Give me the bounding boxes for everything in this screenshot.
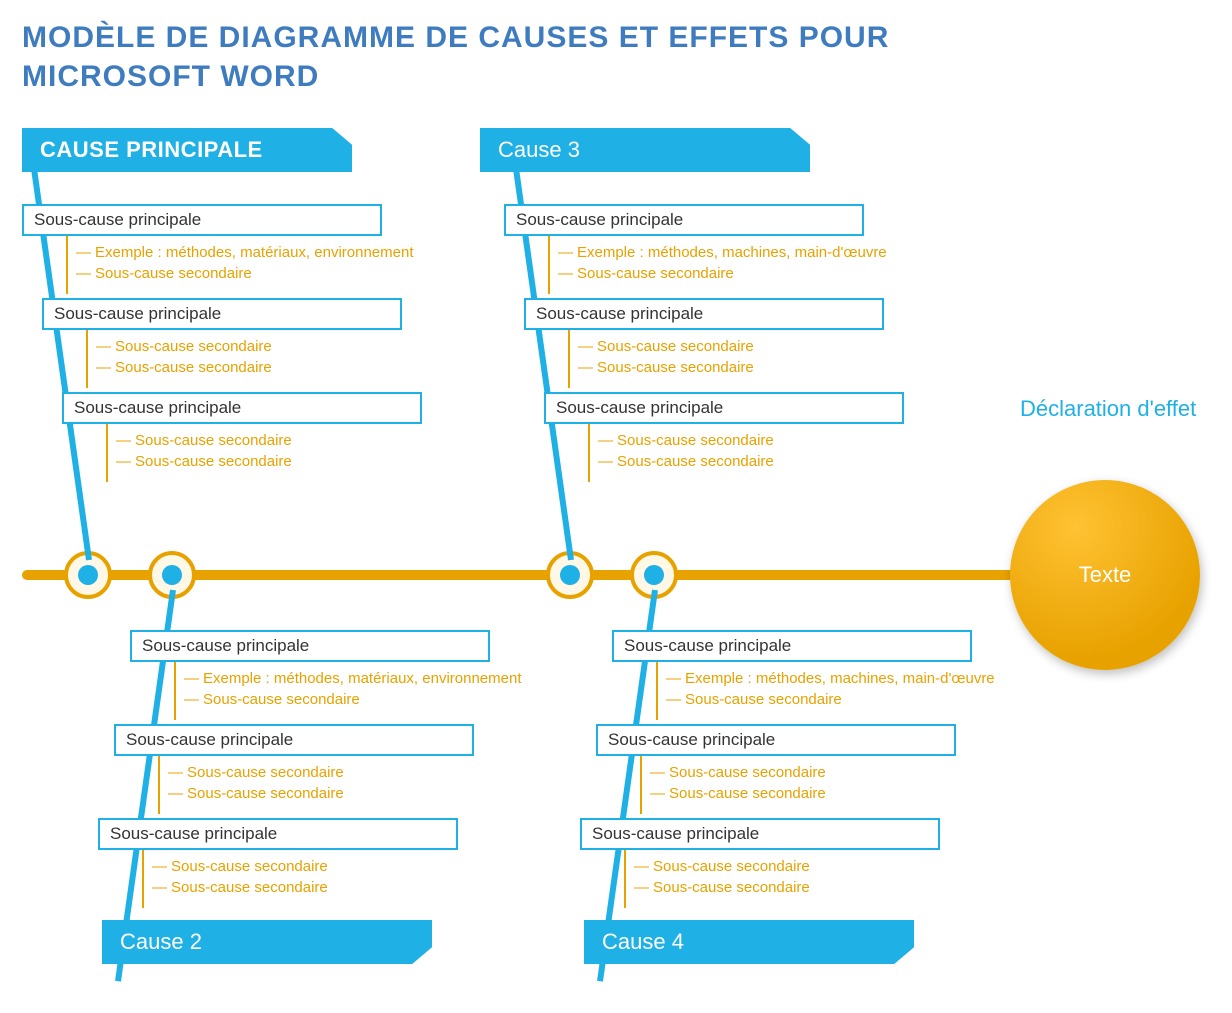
cause-1-sub-3-text: Sous-cause principale [74,398,241,418]
title-line-1: MODÈLE DE DIAGRAMME DE CAUSES ET EFFETS … [22,21,889,54]
cause-3-sub-3-text: Sous-cause principale [556,398,723,418]
cause-1-header: CAUSE PRINCIPALE [22,128,352,172]
cause-1-sec-2b: Sous-cause secondaire [96,359,272,376]
cause-4-sub-1-box: Sous-cause principale [612,630,972,662]
cause-4-sub-1-text: Sous-cause principale [624,636,791,656]
cause-4-label: Cause 4 [602,929,684,955]
cause-3-sub-2-secs: Sous-cause secondaire Sous-cause seconda… [578,338,754,380]
cause-3-sec-3b: Sous-cause secondaire [598,453,774,470]
cause-3-label: Cause 3 [498,137,580,163]
cause-1-sub-1-text: Sous-cause principale [34,210,201,230]
cause-3-sub-1-box: Sous-cause principale [504,204,864,236]
cause-1-sub-1-vline [66,236,68,294]
cause-2-sub-2-vline [158,756,160,814]
cause-1-sec-2a: Sous-cause secondaire [96,338,272,355]
cause-3-sub-2-vline [568,330,570,388]
cause-1-label: CAUSE PRINCIPALE [40,137,263,163]
cause-1-sec-1b: Sous-cause secondaire [76,265,414,282]
page-title: MODÈLE DE DIAGRAMME DE CAUSES ET EFFETS … [0,0,1232,96]
cause-2-sec-2b: Sous-cause secondaire [168,785,344,802]
cause-2-header: Cause 2 [102,920,432,964]
cause-1-sub-2-secs: Sous-cause secondaire Sous-cause seconda… [96,338,272,380]
cause-3-sec-1a: Exemple : méthodes, machines, main-d'œuv… [558,244,887,261]
cause-1-sub-2-box: Sous-cause principale [42,298,402,330]
cause-4-header: Cause 4 [584,920,914,964]
cause-2-sub-1-secs: Exemple : méthodes, matériaux, environne… [184,670,522,712]
cause-3-sub-1-text: Sous-cause principale [516,210,683,230]
cause-1-sub-3-box: Sous-cause principale [62,392,422,424]
effect-circle: Texte [1010,480,1200,670]
cause-1-sec-3b: Sous-cause secondaire [116,453,292,470]
cause-4-sec-3b: Sous-cause secondaire [634,879,810,896]
cause-4-sub-2-vline [640,756,642,814]
effect-declaration-label: Déclaration d'effet [1020,395,1196,423]
cause-4-sub-3-box: Sous-cause principale [580,818,940,850]
cause-2-sub-3-box: Sous-cause principale [98,818,458,850]
cause-1-sub-2-text: Sous-cause principale [54,304,221,324]
title-line-2: MICROSOFT WORD [22,60,319,93]
cause-2-sec-2a: Sous-cause secondaire [168,764,344,781]
cause-3-sub-3-secs: Sous-cause secondaire Sous-cause seconda… [598,432,774,474]
effect-text: Texte [1079,562,1132,588]
cause-2-sec-1a: Exemple : méthodes, matériaux, environne… [184,670,522,687]
cause-1-sub-2-vline [86,330,88,388]
cause-3-sub-3-vline [588,424,590,482]
cause-3-header: Cause 3 [480,128,810,172]
cause-4-sub-3-vline [624,850,626,908]
cause-4-sec-2b: Sous-cause secondaire [650,785,826,802]
cause-2-sub-3-vline [142,850,144,908]
cause-4-sub-1-vline [656,662,658,720]
cause-2-sub-3-text: Sous-cause principale [110,824,277,844]
cause-4-sub-1-secs: Exemple : méthodes, machines, main-d'œuv… [666,670,995,712]
cause-1-sub-1-box: Sous-cause principale [22,204,382,236]
cause-3-sub-2-box: Sous-cause principale [524,298,884,330]
cause-2-sub-1-vline [174,662,176,720]
cause-2-sub-2-text: Sous-cause principale [126,730,293,750]
cause-3-sec-1b: Sous-cause secondaire [558,265,887,282]
cause-2-sec-1b: Sous-cause secondaire [184,691,522,708]
cause-3-sec-2a: Sous-cause secondaire [578,338,754,355]
cause-2-sub-1-box: Sous-cause principale [130,630,490,662]
cause-2-label: Cause 2 [120,929,202,955]
cause-1-sub-3-secs: Sous-cause secondaire Sous-cause seconda… [116,432,292,474]
cause-2-sub-2-box: Sous-cause principale [114,724,474,756]
cause-4-sec-3a: Sous-cause secondaire [634,858,810,875]
cause-4-sec-2a: Sous-cause secondaire [650,764,826,781]
cause-3-sub-3-box: Sous-cause principale [544,392,904,424]
cause-1-sec-1a: Exemple : méthodes, matériaux, environne… [76,244,414,261]
cause-2-sec-3b: Sous-cause secondaire [152,879,328,896]
cause-3-sec-2b: Sous-cause secondaire [578,359,754,376]
cause-3-sec-3a: Sous-cause secondaire [598,432,774,449]
cause-4-sub-3-text: Sous-cause principale [592,824,759,844]
cause-3-sub-1-vline [548,236,550,294]
cause-4-sub-2-secs: Sous-cause secondaire Sous-cause seconda… [650,764,826,806]
cause-4-sub-3-secs: Sous-cause secondaire Sous-cause seconda… [634,858,810,900]
cause-1-sub-3-vline [106,424,108,482]
cause-2-sub-1-text: Sous-cause principale [142,636,309,656]
cause-1-sec-3a: Sous-cause secondaire [116,432,292,449]
cause-4-sub-2-box: Sous-cause principale [596,724,956,756]
cause-3-sub-1-secs: Exemple : méthodes, machines, main-d'œuv… [558,244,887,286]
cause-2-sec-3a: Sous-cause secondaire [152,858,328,875]
cause-4-sec-1b: Sous-cause secondaire [666,691,995,708]
cause-4-sub-2-text: Sous-cause principale [608,730,775,750]
cause-1-sub-1-secs: Exemple : méthodes, matériaux, environne… [76,244,414,286]
cause-2-sub-3-secs: Sous-cause secondaire Sous-cause seconda… [152,858,328,900]
cause-2-sub-2-secs: Sous-cause secondaire Sous-cause seconda… [168,764,344,806]
cause-4-sec-1a: Exemple : méthodes, machines, main-d'œuv… [666,670,995,687]
cause-3-sub-2-text: Sous-cause principale [536,304,703,324]
